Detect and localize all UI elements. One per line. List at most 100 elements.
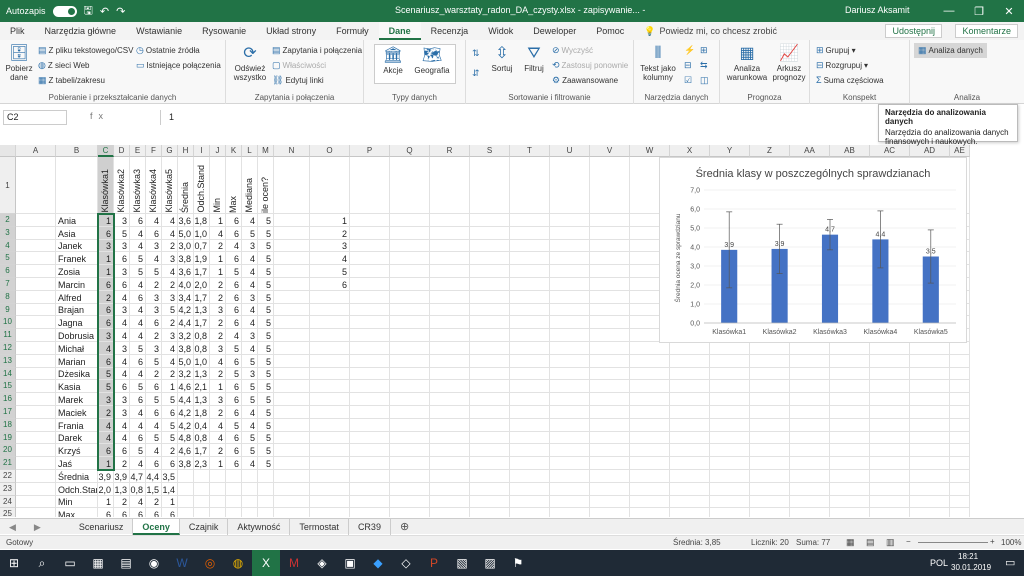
cell[interactable]: 3,8: [178, 457, 194, 470]
cell[interactable]: [590, 482, 630, 496]
cell[interactable]: Frania: [56, 418, 98, 432]
cell[interactable]: [630, 495, 670, 509]
get-data-button[interactable]: 🗄 Pobierz dane: [4, 44, 34, 82]
cell[interactable]: [350, 380, 390, 394]
cell[interactable]: [350, 214, 390, 227]
cell[interactable]: [510, 226, 550, 240]
cell[interactable]: [510, 367, 550, 381]
cell[interactable]: [830, 354, 870, 368]
cell[interactable]: 4: [114, 290, 130, 304]
cell[interactable]: 2: [210, 406, 226, 419]
cell[interactable]: 1,7: [194, 444, 210, 458]
column-header[interactable]: AD: [910, 145, 950, 157]
cell[interactable]: [670, 393, 710, 406]
cell[interactable]: 5: [130, 380, 146, 394]
sheet-tab[interactable]: Czajnik: [180, 518, 229, 535]
cell[interactable]: [550, 316, 590, 330]
group-button[interactable]: ⊞ Grupuj ▾: [816, 45, 856, 56]
cell[interactable]: 3,9: [114, 470, 130, 483]
cell[interactable]: [470, 278, 510, 291]
language-indicator[interactable]: POL: [930, 558, 948, 568]
tab-6[interactable]: Dane: [378, 22, 421, 40]
cell[interactable]: 1,0: [194, 354, 210, 368]
cell[interactable]: [16, 303, 56, 317]
cell[interactable]: 4,4: [146, 470, 162, 483]
cell[interactable]: 6: [226, 380, 242, 394]
cell[interactable]: [390, 278, 430, 291]
cell[interactable]: [242, 470, 258, 483]
cell[interactable]: [950, 482, 970, 496]
cell[interactable]: [590, 380, 630, 394]
cell[interactable]: 3: [114, 406, 130, 419]
cell[interactable]: [350, 226, 390, 240]
tab-5[interactable]: Formuły: [326, 22, 379, 40]
share-button[interactable]: Udostępnij: [885, 24, 942, 38]
cell[interactable]: 2: [210, 278, 226, 291]
cell[interactable]: [790, 418, 830, 432]
fx-icon[interactable]: fx: [90, 111, 109, 121]
cell[interactable]: [510, 508, 550, 517]
cell[interactable]: [350, 406, 390, 419]
cell[interactable]: 4,4: [178, 316, 194, 330]
cell[interactable]: [550, 367, 590, 381]
cell[interactable]: [350, 265, 390, 278]
cell[interactable]: [550, 444, 590, 458]
cell[interactable]: [870, 470, 910, 483]
row-header[interactable]: 7: [0, 278, 16, 291]
cell[interactable]: 5: [226, 342, 242, 355]
cell[interactable]: 2: [162, 278, 178, 291]
cell[interactable]: [390, 457, 430, 470]
cell[interactable]: Marek: [56, 393, 98, 406]
cell[interactable]: [390, 482, 430, 496]
cell[interactable]: [210, 470, 226, 483]
cell[interactable]: [310, 508, 350, 517]
cell[interactable]: 5: [258, 393, 274, 406]
cell[interactable]: Dobrusia: [56, 329, 98, 342]
cell[interactable]: 5: [226, 418, 242, 432]
user-name[interactable]: Dariusz Aksamit: [845, 5, 910, 15]
cell[interactable]: 5: [162, 418, 178, 432]
comments-button[interactable]: Komentarze: [955, 24, 1018, 38]
cell[interactable]: [430, 214, 470, 227]
bar-chart[interactable]: Średnia klasy w poszczególnych sprawdzia…: [659, 157, 967, 343]
cell[interactable]: [950, 406, 970, 419]
cell[interactable]: [630, 367, 670, 381]
cell[interactable]: 4: [98, 342, 114, 355]
column-header[interactable]: F: [146, 145, 162, 157]
cell[interactable]: [910, 393, 950, 406]
cell[interactable]: [470, 329, 510, 342]
cell[interactable]: [750, 495, 790, 509]
cell[interactable]: [350, 482, 390, 496]
cell[interactable]: [430, 470, 470, 483]
cell[interactable]: [274, 214, 310, 227]
cell[interactable]: [258, 482, 274, 496]
cell[interactable]: [550, 265, 590, 278]
add-sheet-icon[interactable]: ⊕: [391, 519, 418, 535]
cell[interactable]: 3,6: [178, 214, 194, 227]
cell[interactable]: 4: [210, 418, 226, 432]
cell[interactable]: [550, 393, 590, 406]
cell[interactable]: 1: [162, 380, 178, 394]
cell[interactable]: [830, 380, 870, 394]
cell[interactable]: [670, 406, 710, 419]
row-header[interactable]: 17: [0, 406, 16, 419]
cell[interactable]: 4: [130, 316, 146, 330]
cell[interactable]: 5: [242, 444, 258, 458]
cell[interactable]: 4: [130, 495, 146, 509]
cell[interactable]: [470, 418, 510, 432]
cell[interactable]: [350, 457, 390, 470]
cell[interactable]: [630, 418, 670, 432]
cell[interactable]: [590, 354, 630, 368]
cell[interactable]: [950, 354, 970, 368]
cell[interactable]: 4: [162, 354, 178, 368]
cell[interactable]: [274, 316, 310, 330]
cell[interactable]: 3: [242, 367, 258, 381]
cell[interactable]: 2: [162, 444, 178, 458]
cell[interactable]: [194, 482, 210, 496]
text-to-columns-button[interactable]: ⫴ Tekst jako kolumny: [638, 44, 678, 82]
row-header[interactable]: 9: [0, 303, 16, 317]
cell[interactable]: 1: [98, 265, 114, 278]
cell[interactable]: [590, 290, 630, 304]
column-header[interactable]: Q: [390, 145, 430, 157]
cell[interactable]: Średnia: [56, 470, 98, 483]
